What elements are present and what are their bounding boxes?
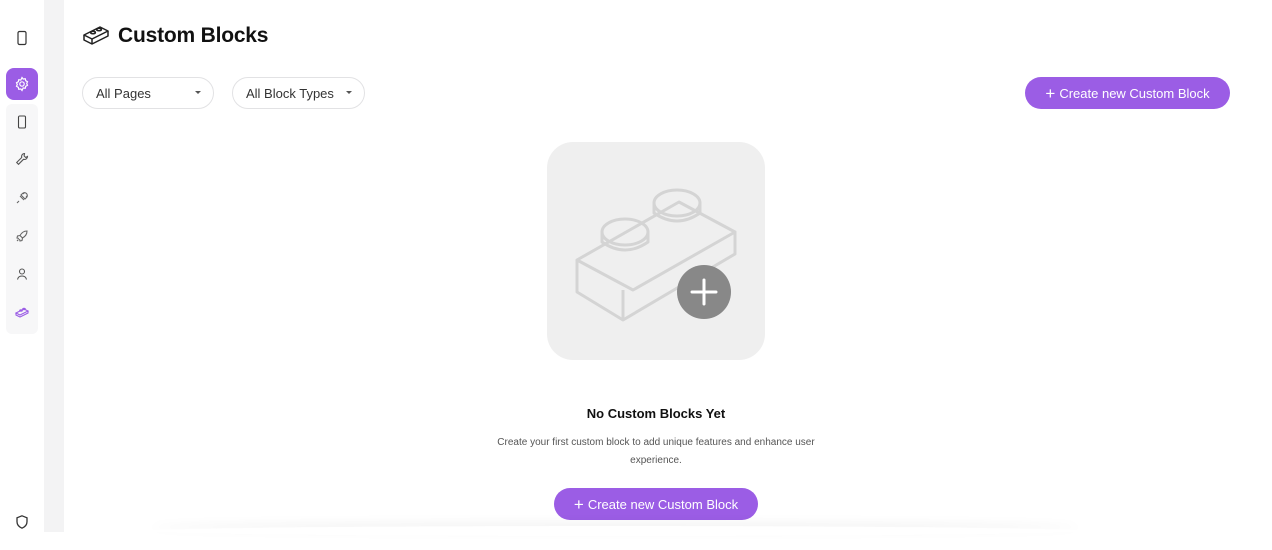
pages-filter-value: All Pages bbox=[96, 85, 151, 101]
shield-icon bbox=[16, 515, 28, 529]
empty-state-description: Create your first custom block to add un… bbox=[497, 437, 815, 466]
empty-state-create-button[interactable]: + Create new Custom Block bbox=[554, 488, 758, 520]
page-header: Custom Blocks bbox=[82, 24, 268, 48]
bottom-shadow bbox=[150, 526, 1080, 536]
block-icon bbox=[14, 307, 30, 318]
block-icon bbox=[83, 26, 109, 45]
page-title: Custom Blocks bbox=[118, 24, 269, 47]
sidebar-item-tools[interactable] bbox=[6, 143, 38, 175]
empty-state-title: No Custom Blocks Yet bbox=[586, 406, 726, 421]
create-custom-block-label: Create new Custom Block bbox=[1059, 85, 1210, 101]
lego-block-icon bbox=[575, 188, 737, 322]
empty-state-illustration bbox=[547, 142, 765, 360]
chevron-down-icon bbox=[195, 91, 201, 94]
sidebar bbox=[0, 0, 44, 550]
block-types-filter-value: All Block Types bbox=[246, 85, 334, 101]
sidebar-item-screens[interactable] bbox=[6, 106, 38, 138]
rocket-icon bbox=[16, 230, 28, 242]
create-custom-block-button[interactable]: + Create new Custom Block bbox=[1025, 77, 1230, 109]
block-types-filter-select[interactable]: All Block Types bbox=[232, 77, 365, 109]
wrench-icon bbox=[15, 152, 29, 166]
sidebar-item-custom-blocks[interactable] bbox=[6, 296, 38, 328]
plug-icon bbox=[16, 192, 28, 204]
app-root: Custom Blocks All Pages All Block Types … bbox=[0, 0, 1272, 550]
sidebar-item-integrations[interactable] bbox=[6, 182, 38, 214]
sidebar-item-mobile-preview[interactable] bbox=[6, 22, 38, 54]
sidebar-item-settings[interactable] bbox=[6, 68, 38, 100]
plus-icon: + bbox=[1045, 83, 1056, 103]
sidebar-divider bbox=[44, 0, 64, 532]
user-icon bbox=[16, 268, 28, 280]
plus-icon: + bbox=[573, 494, 584, 514]
pages-filter-select[interactable]: All Pages bbox=[82, 77, 214, 109]
mobile-icon bbox=[17, 115, 27, 129]
mobile-icon bbox=[17, 30, 27, 46]
sidebar-item-publish[interactable] bbox=[6, 220, 38, 252]
sidebar-item-security[interactable] bbox=[6, 506, 38, 538]
sidebar-item-users[interactable] bbox=[6, 258, 38, 290]
chevron-down-icon bbox=[346, 91, 352, 94]
gear-icon bbox=[15, 76, 29, 92]
empty-state-create-label: Create new Custom Block bbox=[587, 496, 739, 512]
